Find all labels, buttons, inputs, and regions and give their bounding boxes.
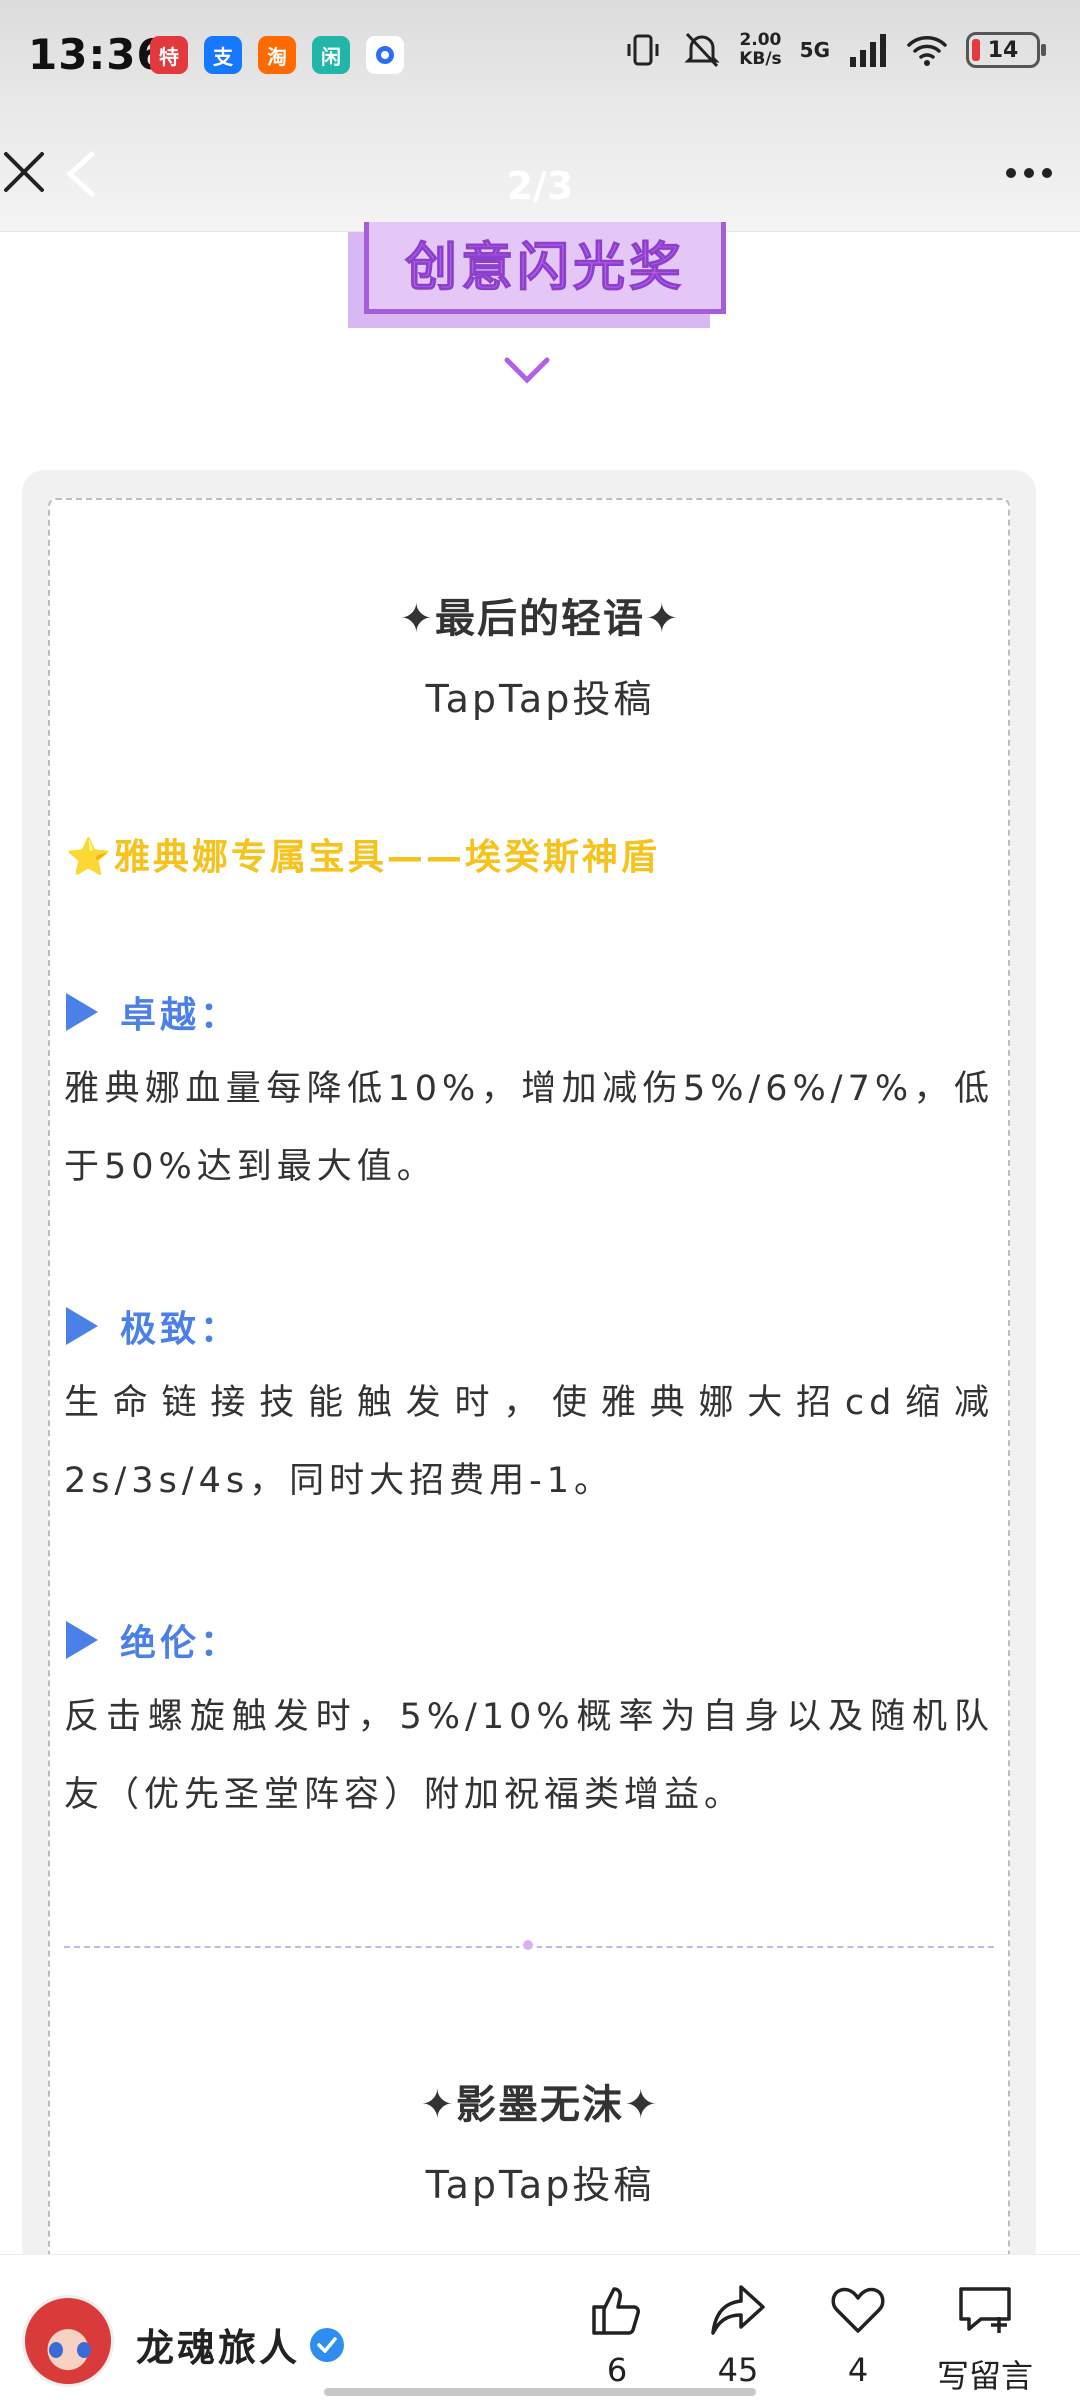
taobao-icon: 淘 bbox=[258, 36, 296, 74]
share-count: 45 bbox=[717, 2351, 759, 2389]
treasure-title: 雅典娜专属宝具——埃癸斯神盾 bbox=[113, 837, 660, 878]
trait-label: 卓越： bbox=[66, 986, 240, 1038]
more-dot-icon bbox=[1024, 168, 1034, 178]
trait-label-text: 绝伦： bbox=[120, 1623, 241, 1664]
avatar-eye bbox=[77, 2342, 91, 2358]
award-title: 创意闪光奖 bbox=[404, 238, 685, 299]
trait-description: 生命链接技能触发时，使雅典娜大招cd缩减2s/3s/4s，同时大招费用-1。 bbox=[64, 1383, 994, 1501]
write-comment-label: 写留言 bbox=[936, 2357, 1033, 2395]
section-source: TapTap投稿 bbox=[425, 677, 655, 721]
treasure-heading: ⭐雅典娜专属宝具——埃癸斯神盾 bbox=[66, 828, 660, 880]
dot-app-icon bbox=[366, 36, 404, 74]
status-indicators: 2.00 KB/s 5G 14 bbox=[625, 30, 1046, 70]
bottom-action-bar: 龙魂旅人 6 45 4 写留言 bbox=[0, 2254, 1080, 2400]
status-bar: 13:36 特 支 淘 闲 2.00 KB/s 5G 14 bbox=[0, 0, 1080, 110]
divider-dot bbox=[519, 1936, 537, 1954]
write-comment-button[interactable]: 写留言 bbox=[925, 2281, 1045, 2397]
award-banner: 创意闪光奖 bbox=[364, 222, 726, 314]
author-name[interactable]: 龙魂旅人 bbox=[136, 2317, 345, 2372]
play-triangle-icon bbox=[66, 1307, 98, 1345]
section-source: TapTap投稿 bbox=[425, 2163, 655, 2207]
star-icon: ⭐ bbox=[66, 837, 114, 878]
heart-icon bbox=[831, 2287, 885, 2333]
alipay-icon: 支 bbox=[204, 36, 242, 74]
avatar-eye bbox=[49, 2342, 63, 2358]
share-icon bbox=[711, 2285, 765, 2335]
top-navigation-bar: 2/3 bbox=[0, 110, 1080, 232]
network-type: 5G bbox=[799, 38, 830, 62]
vibrate-icon bbox=[625, 30, 665, 70]
notification-app-icons: 特 支 淘 闲 bbox=[150, 36, 404, 74]
comment-add-icon bbox=[959, 2287, 1011, 2333]
chevron-down-icon bbox=[504, 357, 550, 384]
speed-value: 2.00 bbox=[739, 30, 782, 50]
battery-level: 14 bbox=[987, 37, 1019, 63]
trait-label-text: 卓越： bbox=[120, 995, 241, 1036]
more-dot-icon bbox=[1006, 168, 1016, 178]
page-counter: 2/3 bbox=[506, 164, 574, 208]
signal-icon bbox=[848, 33, 888, 67]
play-triangle-icon bbox=[66, 1621, 98, 1659]
author-avatar[interactable] bbox=[22, 2295, 114, 2387]
author-name-text: 龙魂旅人 bbox=[136, 2326, 301, 2370]
favorite-count: 4 bbox=[847, 2351, 869, 2389]
battery-indicator: 14 bbox=[966, 32, 1046, 68]
mute-icon bbox=[683, 30, 721, 70]
trait-description: 反击螺旋触发时，5%/10%概率为自身以及随机队友（优先圣堂阵容）附加祝福类增益… bbox=[64, 1697, 994, 1815]
trait-label-text: 极致： bbox=[120, 1309, 241, 1350]
trait-description: 雅典娜血量每降低10%，增加减伤5%/6%/7%，低于50%达到最大值。 bbox=[64, 1069, 994, 1187]
verified-icon bbox=[310, 2327, 345, 2362]
favorite-button[interactable]: 4 bbox=[803, 2281, 913, 2389]
taobao-special-icon: 特 bbox=[150, 36, 188, 74]
like-button[interactable]: 6 bbox=[562, 2281, 672, 2389]
trait-label: 极致： bbox=[66, 1300, 240, 1352]
share-button[interactable]: 45 bbox=[683, 2281, 793, 2389]
thumbs-up-icon bbox=[592, 2287, 640, 2335]
play-triangle-icon bbox=[66, 993, 98, 1031]
speed-unit: KB/s bbox=[739, 49, 782, 69]
xianyu-icon: 闲 bbox=[312, 36, 350, 74]
trait-label: 绝伦： bbox=[66, 1614, 240, 1666]
more-options-button[interactable] bbox=[1006, 168, 1052, 178]
section-title: ✦最后的轻语✦ bbox=[399, 596, 681, 642]
wifi-icon bbox=[906, 33, 948, 67]
home-indicator[interactable] bbox=[324, 2388, 756, 2396]
more-dot-icon bbox=[1042, 168, 1052, 178]
network-speed: 2.00 KB/s bbox=[739, 31, 781, 69]
section-title: ✦影墨无沫✦ bbox=[420, 2082, 660, 2128]
like-count: 6 bbox=[606, 2351, 628, 2389]
status-time: 13:36 bbox=[28, 30, 167, 79]
